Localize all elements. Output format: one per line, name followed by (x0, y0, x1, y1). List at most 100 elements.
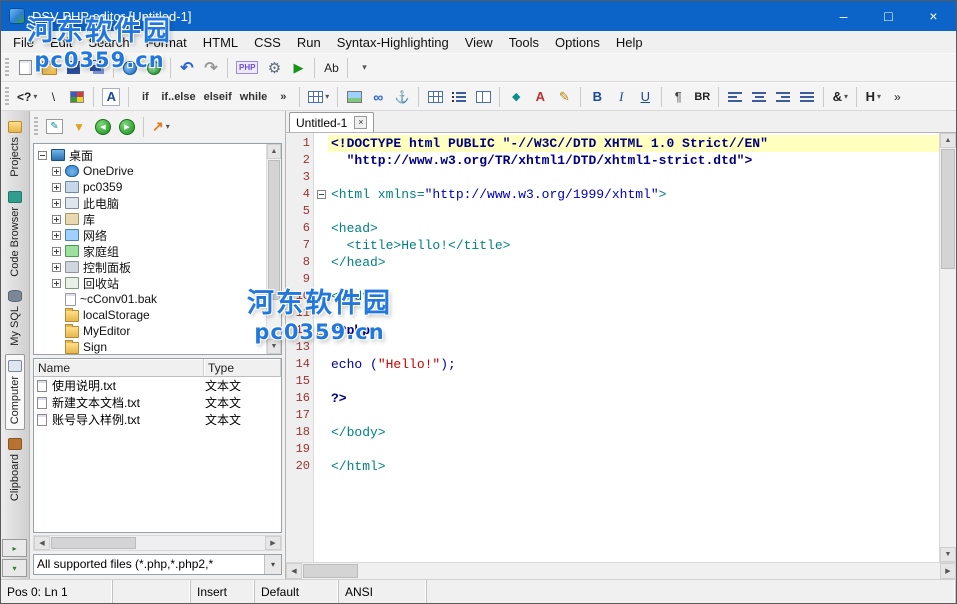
scroll-left-button[interactable]: ◀ (34, 536, 50, 550)
column-header-name[interactable]: Name (34, 359, 204, 377)
insert-list-button[interactable] (447, 85, 471, 109)
headings-button[interactable]: H ▾ (861, 85, 885, 109)
italic-button[interactable]: I (609, 85, 633, 109)
scrollbar-thumb[interactable] (303, 564, 358, 578)
sidebar-tab-clipboard[interactable]: Clipboard (5, 432, 25, 507)
tree-item[interactable]: 家庭组 (34, 243, 266, 259)
special-chars-button[interactable]: & ▾ (828, 85, 852, 109)
underline-button[interactable]: U (633, 85, 657, 109)
insert-hr-button[interactable]: ◆ (504, 85, 528, 109)
bold-button[interactable]: B (585, 85, 609, 109)
align-justify-button[interactable] (795, 85, 819, 109)
preview-in-browser-button[interactable] (118, 56, 142, 80)
menu-item-tools[interactable]: Tools (501, 33, 547, 52)
new-file-button[interactable] (13, 56, 37, 80)
redo-button[interactable]: ↷ (199, 56, 223, 80)
spell-check-button[interactable]: Ab (319, 56, 343, 80)
tree-item[interactable]: ~cConv01.bak (34, 291, 266, 307)
file-list-hscrollbar[interactable]: ◀ ▶ (33, 535, 282, 551)
toolbar-gripper[interactable] (5, 86, 9, 107)
scroll-down-button[interactable]: ▼ (267, 339, 281, 354)
insert-image-button[interactable] (342, 85, 366, 109)
scroll-track[interactable] (940, 148, 956, 547)
menu-item-run[interactable]: Run (289, 33, 329, 52)
scroll-up-button[interactable]: ▲ (940, 133, 956, 148)
folder-tree[interactable]: 桌面 OneDrive pc0359 此电脑库网络 家庭组 控制面板 回收站 ~cConv01… (34, 144, 266, 354)
tree-item[interactable]: 网络 (34, 227, 266, 243)
code-area[interactable]: 1 <!DOCTYPE html PUBLIC "-//W3C//DTD XHTM… (286, 133, 939, 562)
editor-vscrollbar[interactable]: ▲ ▼ (939, 133, 956, 562)
menu-item-format[interactable]: Format (138, 33, 195, 52)
fold-toggle[interactable] (314, 322, 328, 339)
php-syntax-check-button[interactable]: PHP (232, 56, 262, 80)
run-script-button[interactable]: ▶ (286, 56, 310, 80)
tree-item[interactable]: 库 (34, 211, 266, 227)
tree-item[interactable]: 桌面 (34, 147, 266, 163)
sidebar-tab-computer[interactable]: Computer (5, 354, 25, 431)
file-list-row[interactable]: 新建文本文档.txt 文本文 (34, 394, 281, 411)
menu-item-search[interactable]: Search (80, 33, 137, 52)
tree-expand-minus-icon[interactable] (38, 150, 47, 160)
tree-expand-plus-icon[interactable] (52, 246, 61, 256)
align-right-button[interactable] (771, 85, 795, 109)
editor-tab[interactable]: Untitled-1 × (289, 112, 375, 132)
file-list-row[interactable]: 账号导入样例.txt 文本文 (34, 411, 281, 428)
tree-item[interactable]: 回收站 (34, 275, 266, 291)
scroll-track[interactable] (267, 159, 281, 339)
tree-item[interactable]: MyEditor (34, 323, 266, 339)
php-tags-button[interactable]: <? ▾ (13, 85, 41, 109)
edit-selected-button[interactable]: ✎ (42, 115, 67, 139)
font-dialog-button[interactable]: A (98, 85, 124, 109)
tree-expand-plus-icon[interactable] (52, 278, 61, 288)
escape-char-button[interactable]: \ (41, 85, 65, 109)
menu-item-edit[interactable]: Edit (42, 33, 80, 52)
toolbar-gripper[interactable] (5, 57, 9, 78)
tree-item[interactable]: 控制面板 (34, 259, 266, 275)
scroll-track[interactable] (302, 563, 940, 579)
filter-files-button[interactable]: ▼ (67, 115, 91, 139)
php-settings-button[interactable]: ⚙ (262, 56, 286, 80)
quick-table-button[interactable]: ▾ (304, 85, 333, 109)
scrollbar-thumb[interactable] (51, 537, 136, 549)
tree-expand-plus-icon[interactable] (52, 198, 61, 208)
dock-toggle-button-2[interactable]: ▾ (2, 559, 27, 577)
tree-scrollbar[interactable]: ▲ ▼ (266, 144, 281, 354)
align-left-button[interactable] (723, 85, 747, 109)
scrollbar-thumb[interactable] (268, 160, 280, 300)
tree-expand-plus-icon[interactable] (52, 166, 61, 176)
close-button[interactable]: × (911, 1, 956, 31)
insert-anchor-button[interactable]: ⚓ (390, 85, 414, 109)
minimize-button[interactable]: – (821, 1, 866, 31)
menu-item-view[interactable]: View (457, 33, 501, 52)
toolbar-overflow-button[interactable]: ▾ (352, 56, 376, 80)
scroll-up-button[interactable]: ▲ (267, 144, 281, 159)
tree-item[interactable]: Sign (34, 339, 266, 354)
font-color-button[interactable]: A (528, 85, 552, 109)
line-break-button[interactable]: BR (690, 85, 714, 109)
menu-item-html[interactable]: HTML (195, 33, 246, 52)
snippet-if-button[interactable]: if (133, 85, 157, 109)
scrollbar-thumb[interactable] (941, 149, 955, 269)
snippet-elseif-button[interactable]: elseif (200, 85, 236, 109)
open-folder-button[interactable]: ↗ ▾ (148, 115, 174, 139)
paragraph-button[interactable]: ¶ (666, 85, 690, 109)
scroll-right-button[interactable]: ▶ (265, 536, 281, 550)
dock-toggle-button-1[interactable]: ▸ (2, 539, 27, 557)
menu-item-css[interactable]: CSS (246, 33, 289, 52)
snippet-if-else-button[interactable]: if..else (157, 85, 199, 109)
undo-button[interactable]: ↶ (175, 56, 199, 80)
file-filter-combobox[interactable]: All supported files (*.php,*.php2,* ▾ (33, 554, 282, 575)
color-dialog-button[interactable] (65, 85, 89, 109)
menu-item-syntax-highlighting[interactable]: Syntax-Highlighting (329, 33, 457, 52)
tree-item[interactable]: localStorage (34, 307, 266, 323)
scroll-down-button[interactable]: ▼ (940, 547, 956, 562)
nav-forward-button[interactable]: ▶ (115, 115, 139, 139)
file-list-row[interactable]: 使用说明.txt 文本文 (34, 377, 281, 394)
toolbar-gripper[interactable] (34, 116, 38, 137)
menu-item-options[interactable]: Options (547, 33, 608, 52)
tree-item[interactable]: OneDrive (34, 163, 266, 179)
tab-close-icon[interactable]: × (354, 116, 368, 129)
nav-back-button[interactable]: ◀ (91, 115, 115, 139)
tree-item[interactable]: 此电脑 (34, 195, 266, 211)
publish-button[interactable]: ↑ (142, 56, 166, 80)
